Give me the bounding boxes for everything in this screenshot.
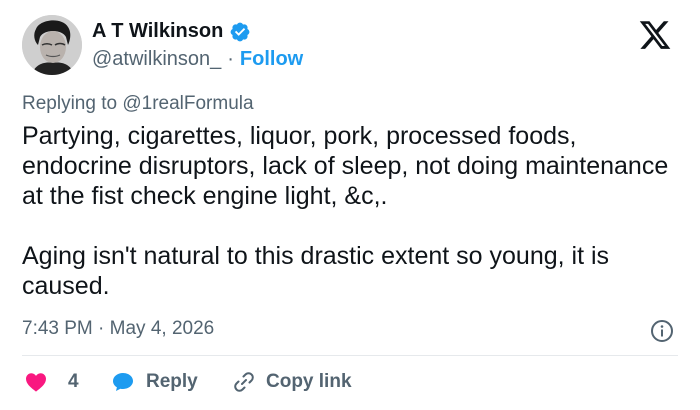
link-icon <box>234 372 254 392</box>
heart-icon <box>26 373 46 392</box>
author-handle-row: @atwilkinson_ · Follow <box>92 48 303 71</box>
avatar[interactable] <box>22 15 82 75</box>
reply-button[interactable]: Reply <box>110 370 198 394</box>
handle-separator: · <box>227 48 234 70</box>
replying-to-label: Replying to @1realFormula <box>22 93 254 114</box>
like-button[interactable]: 4 <box>24 370 79 394</box>
like-count: 4 <box>68 371 79 392</box>
tweet-paragraph-2: Aging isn't natural to this drastic exte… <box>22 242 610 300</box>
tweet-paragraph-1: Partying, cigarettes, liquor, pork, proc… <box>22 122 669 210</box>
speech-bubble-icon <box>113 373 133 391</box>
info-icon[interactable] <box>650 319 674 343</box>
action-bar: 4 Reply Copy link <box>22 370 682 396</box>
divider <box>22 355 678 356</box>
author-name-row: A T Wilkinson <box>92 20 251 43</box>
reply-label: Reply <box>146 371 198 392</box>
follow-button[interactable]: Follow <box>240 48 303 71</box>
copy-link-button[interactable]: Copy link <box>232 370 352 394</box>
avatar-portrait-icon <box>22 15 82 75</box>
copy-link-label: Copy link <box>266 371 352 392</box>
tweet-text: Partying, cigarettes, liquor, pork, proc… <box>22 121 682 301</box>
verified-badge-icon <box>229 21 251 43</box>
x-logo-icon[interactable] <box>636 18 674 52</box>
tweet-timestamp[interactable]: 7:43 PM · May 4, 2026 <box>22 318 214 340</box>
tweet-card: A T Wilkinson @atwilkinson_ · Follow Rep… <box>0 0 700 410</box>
author-handle[interactable]: @atwilkinson_ <box>92 48 221 71</box>
author-name[interactable]: A T Wilkinson <box>92 20 223 43</box>
